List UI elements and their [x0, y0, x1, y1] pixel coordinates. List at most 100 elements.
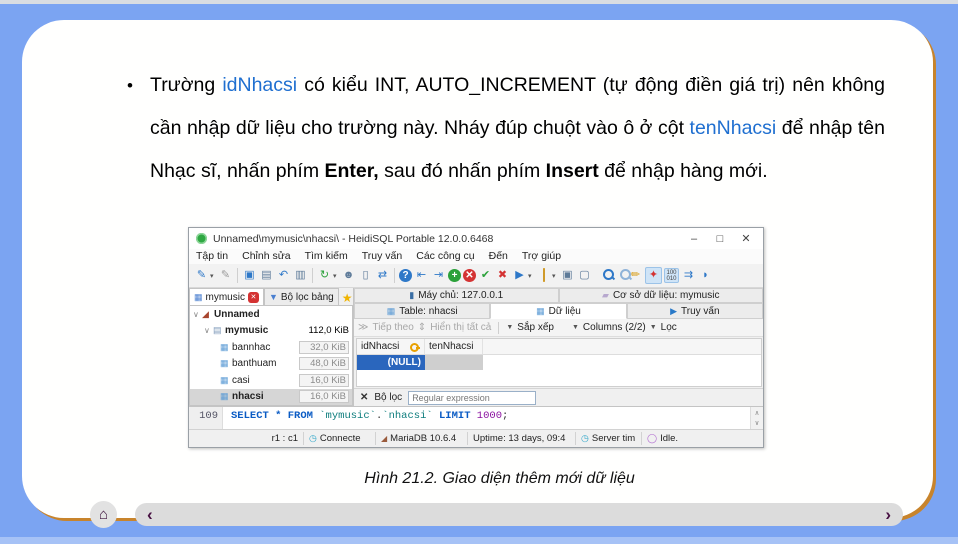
home-button[interactable]: ⌂ — [90, 501, 117, 528]
next-rows-button[interactable]: Tiếp theo — [372, 322, 413, 333]
cell-tenNhacsi-empty[interactable] — [425, 355, 483, 370]
minimize-button[interactable]: – — [681, 229, 707, 249]
last-record-icon[interactable]: ⇥ — [431, 268, 446, 283]
tab-query[interactable]: ▶ Truy vấn — [626, 303, 763, 319]
highlight-icon[interactable]: ✦ — [645, 267, 662, 284]
binary-icon[interactable]: 100 010 — [664, 268, 679, 283]
post-icon[interactable]: ✔ — [478, 268, 493, 283]
paste-icon[interactable]: ▤ — [259, 268, 274, 283]
sql-log[interactable]: 109 SELECT * FROM `mymusic`.`nhacsi` LIM… — [189, 406, 763, 430]
tree-row-table-bannhac[interactable]: ▦ bannhac 32,0 KiB — [190, 339, 352, 356]
tab-data[interactable]: ▦ Dữ liệu — [490, 303, 627, 319]
column-header-tenNhacsi[interactable]: tenNhacsi — [425, 339, 483, 354]
status-text: MariaDB 10.6.4 — [390, 433, 457, 444]
database-tab-label: Cơ sở dữ liệu: mymusic — [612, 290, 720, 301]
disconnect-icon[interactable]: ✎ — [218, 268, 233, 283]
data-grid-icon: ▦ — [536, 305, 545, 316]
mariadb-icon: ◢ — [381, 434, 388, 443]
text-seg1: Trường — [150, 74, 223, 96]
show-all-button[interactable]: Hiển thị tất cả — [430, 322, 491, 333]
insert-row-icon[interactable]: + — [448, 269, 461, 282]
print-icon[interactable]: ▥ — [293, 268, 308, 283]
menu-help[interactable]: Trợ giúp — [515, 249, 568, 264]
session-manager-icon[interactable]: ✎ — [194, 268, 209, 283]
favorites-star-icon[interactable]: ★ — [342, 291, 353, 305]
tab-session-mymusic[interactable]: ▦ mymusic ✕ — [189, 288, 264, 305]
database-icon: ▰ — [602, 290, 609, 300]
columns-button[interactable]: Columns (2/2) — [583, 322, 646, 333]
filter-button[interactable]: Lọc — [661, 322, 677, 333]
menu-file[interactable]: Tập tin — [189, 249, 235, 264]
menu-edit[interactable]: Chỉnh sửa — [235, 249, 297, 264]
run-icon[interactable]: ▶ — [512, 268, 527, 283]
scroll-up-icon[interactable]: ∧ — [755, 409, 759, 418]
close-session-icon[interactable]: ✕ — [247, 291, 259, 303]
expander-icon[interactable]: ∨ — [204, 326, 213, 335]
title-bar[interactable]: Unnamed\mymusic\nhacsi\ - HeidiSQL Porta… — [189, 228, 763, 250]
menu-search[interactable]: Tìm kiếm — [298, 249, 355, 264]
chevron-down-icon[interactable]: ▾ — [528, 272, 535, 280]
data-toolbar: ≫ Tiếp theo ⇕ Hiển thị tất cả ▼ Sắp xếp … — [354, 319, 763, 337]
undo-icon[interactable]: ↶ — [276, 268, 291, 283]
tab-database[interactable]: ▰ Cơ sở dữ liệu: mymusic — [558, 288, 763, 303]
refresh-icon[interactable]: ↻ — [317, 268, 332, 283]
menu-query[interactable]: Truy vấn — [355, 249, 409, 264]
menu-tools[interactable]: Các công cụ — [409, 249, 481, 264]
next-rows-icon[interactable]: ≫ — [358, 322, 368, 333]
close-button[interactable]: ✕ — [733, 229, 759, 249]
copy-icon[interactable]: ▣ — [242, 268, 257, 283]
filter-dropdown-icon[interactable]: ▼ — [650, 324, 657, 331]
scroll-down-icon[interactable]: ∨ — [755, 419, 759, 428]
next-slide-button[interactable]: › — [885, 505, 891, 525]
tree-row-database[interactable]: ∨ ▤ mymusic 112,0 KiB — [190, 323, 352, 340]
tree-label: nhacsi — [232, 391, 264, 403]
discard-icon[interactable]: ✖ — [495, 268, 510, 283]
menu-goto[interactable]: Đến — [482, 249, 515, 264]
tree-row-session[interactable]: ∨ ◢ Unnamed — [190, 306, 352, 323]
first-record-icon[interactable]: ⇤ — [414, 268, 429, 283]
chevron-down-icon[interactable]: ▾ — [333, 272, 340, 280]
cancel-icon[interactable]: ✕ — [463, 269, 476, 282]
edge-icon[interactable]: ◗ — [698, 268, 713, 283]
close-filter-icon[interactable]: ✕ — [360, 392, 368, 403]
user-manager-icon[interactable]: ☻ — [341, 268, 356, 283]
help-icon[interactable]: ? — [399, 269, 412, 282]
figure-caption: Hình 21.2. Giao diện thêm mới dữ liệu — [364, 470, 635, 487]
size-value: 112,0 KiB — [308, 325, 350, 337]
status-text: Connecte — [319, 433, 361, 444]
tree-row-table-banthuam[interactable]: ▦ banthuam 48,0 KiB — [190, 356, 352, 373]
data-panel: ▮ Máy chủ: 127.0.0.1 ▰ Cơ sở dữ liệu: my… — [353, 288, 763, 406]
data-tab-label: Dữ liệu — [548, 305, 581, 317]
sort-button[interactable]: Sắp xếp — [517, 322, 554, 333]
columns-dropdown-icon[interactable]: ▼ — [572, 324, 579, 331]
show-all-icon[interactable]: ⇕ — [418, 322, 426, 333]
chevron-down-icon[interactable]: ▾ — [210, 272, 217, 280]
toolbar-separator — [237, 268, 238, 283]
filter-input[interactable] — [408, 390, 537, 405]
sql-keyword: LIMIT — [432, 410, 477, 422]
host-tabs: ▮ Máy chủ: 127.0.0.1 ▰ Cơ sở dữ liệu: my… — [354, 288, 763, 303]
tree-row-table-casi[interactable]: ▦ casi 16,0 KiB — [190, 372, 352, 389]
monitor-icon[interactable]: ▢ — [577, 268, 592, 283]
export-icon[interactable]: ▯ — [358, 268, 373, 283]
home-icon: ⌂ — [98, 506, 109, 523]
tree-row-table-nhacsi[interactable]: ▦ nhacsi 16,0 KiB — [190, 388, 352, 405]
reformat-icon[interactable]: ⇉ — [681, 268, 696, 283]
tab-table-filter[interactable]: ▼ Bộ lọc bảng — [263, 288, 339, 305]
prev-slide-button[interactable]: ‹ — [147, 505, 153, 525]
tab-table[interactable]: ▦ Table: nhacsi — [354, 303, 491, 319]
filter-tab-label: Bộ lọc bảng — [280, 291, 334, 303]
sql-scrollbar[interactable]: ∧ ∨ — [750, 407, 763, 430]
sort-dropdown-icon[interactable]: ▼ — [506, 324, 513, 331]
column-header-idNhacsi[interactable]: idNhacsi — [357, 339, 425, 354]
sync-icon[interactable]: ⇄ — [375, 268, 390, 283]
maximize-button[interactable]: □ — [707, 229, 733, 249]
tab-host[interactable]: ▮ Máy chủ: 127.0.0.1 — [354, 288, 559, 303]
chevron-down-icon[interactable]: ▾ — [552, 272, 559, 280]
cell-idNhacsi-null[interactable]: (NULL) — [357, 355, 425, 370]
save-icon[interactable]: ▣ — [560, 268, 575, 283]
sql-number: 1000 — [476, 410, 503, 422]
folder-icon[interactable] — [542, 268, 545, 282]
size-value: 48,0 KiB — [299, 357, 349, 371]
expander-icon[interactable]: ∨ — [193, 310, 202, 319]
